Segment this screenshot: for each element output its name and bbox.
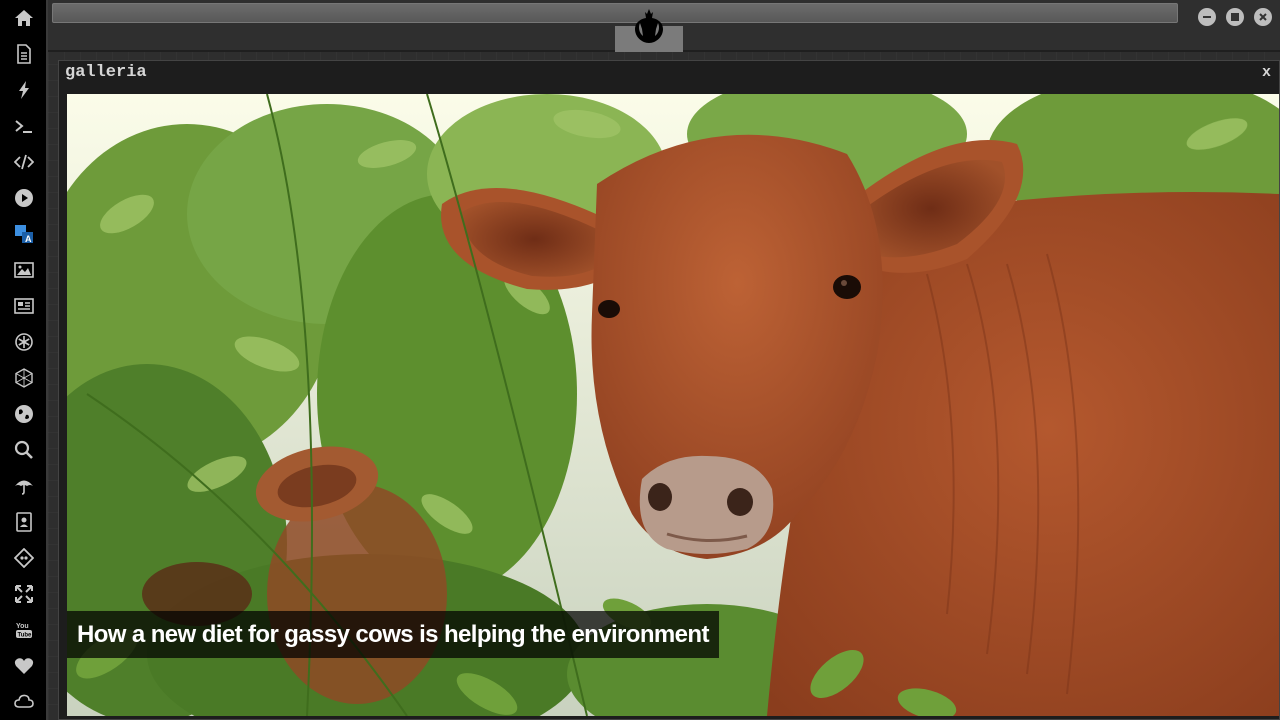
- sidebar-item-git[interactable]: [0, 540, 48, 576]
- sidebar-item-image[interactable]: [0, 252, 48, 288]
- close-icon: [1259, 13, 1267, 21]
- gallery-window: galleria x How a new diet for gassy cows…: [58, 60, 1280, 720]
- sidebar-item-bolt[interactable]: [0, 72, 48, 108]
- image-icon: [14, 262, 34, 278]
- sidebar-item-contacts[interactable]: [0, 504, 48, 540]
- sidebar-item-cloud[interactable]: [0, 684, 48, 720]
- sidebar-item-news[interactable]: [0, 288, 48, 324]
- home-icon: [15, 10, 33, 26]
- sidebar-item-search[interactable]: [0, 432, 48, 468]
- contacts-icon: [16, 512, 32, 532]
- svg-text:You: You: [16, 623, 29, 630]
- news-icon: [14, 298, 34, 314]
- sidebar-item-terminal[interactable]: [0, 108, 48, 144]
- close-button[interactable]: [1254, 8, 1272, 26]
- document-icon: [17, 44, 31, 64]
- search-icon: [14, 440, 33, 459]
- sidebar-item-code[interactable]: [0, 144, 48, 180]
- svg-text:A: A: [25, 234, 32, 244]
- window-close-button[interactable]: x: [1262, 64, 1271, 81]
- sidebar-item-settings[interactable]: [0, 324, 48, 360]
- window-title: galleria: [65, 63, 147, 82]
- minimize-icon: [1203, 16, 1211, 18]
- svg-text:Tube: Tube: [18, 633, 33, 639]
- sidebar-item-translate[interactable]: A: [0, 216, 48, 252]
- sidebar-item-heart[interactable]: [0, 648, 48, 684]
- translate-icon: A: [15, 225, 33, 244]
- rebel-alliance-logo-icon[interactable]: [630, 7, 668, 45]
- maximize-icon: [1231, 13, 1239, 21]
- sidebar-item-hex-network[interactable]: [0, 360, 48, 396]
- sidebar-item-globe[interactable]: [0, 396, 48, 432]
- minimize-button[interactable]: [1198, 8, 1216, 26]
- top-search-bar[interactable]: [52, 3, 1178, 23]
- bolt-icon: [19, 81, 29, 99]
- youtube-icon: You Tube: [16, 623, 33, 639]
- git-icon: [14, 548, 34, 568]
- globe-icon: [15, 405, 33, 423]
- umbrella-icon: [15, 480, 33, 495]
- sidebar-item-home[interactable]: [0, 0, 48, 36]
- sidebar: A You Tube: [0, 0, 48, 720]
- sidebar-item-fullscreen[interactable]: [0, 576, 48, 612]
- sidebar-item-play[interactable]: [0, 180, 48, 216]
- sidebar-item-umbrella[interactable]: [0, 468, 48, 504]
- code-icon: [14, 154, 34, 170]
- fullscreen-icon: [15, 585, 33, 603]
- heart-icon: [14, 658, 34, 674]
- gallery-caption[interactable]: How a new diet for gassy cows is helping…: [67, 611, 719, 658]
- play-icon: [15, 189, 33, 207]
- cloud-icon: [14, 694, 34, 708]
- settings-icon: [15, 333, 33, 351]
- terminal-icon: [15, 120, 32, 133]
- sidebar-item-youtube[interactable]: You Tube: [0, 612, 48, 648]
- sidebar-item-document[interactable]: [0, 36, 48, 72]
- maximize-button[interactable]: [1226, 8, 1244, 26]
- hex-network-icon: [15, 368, 33, 388]
